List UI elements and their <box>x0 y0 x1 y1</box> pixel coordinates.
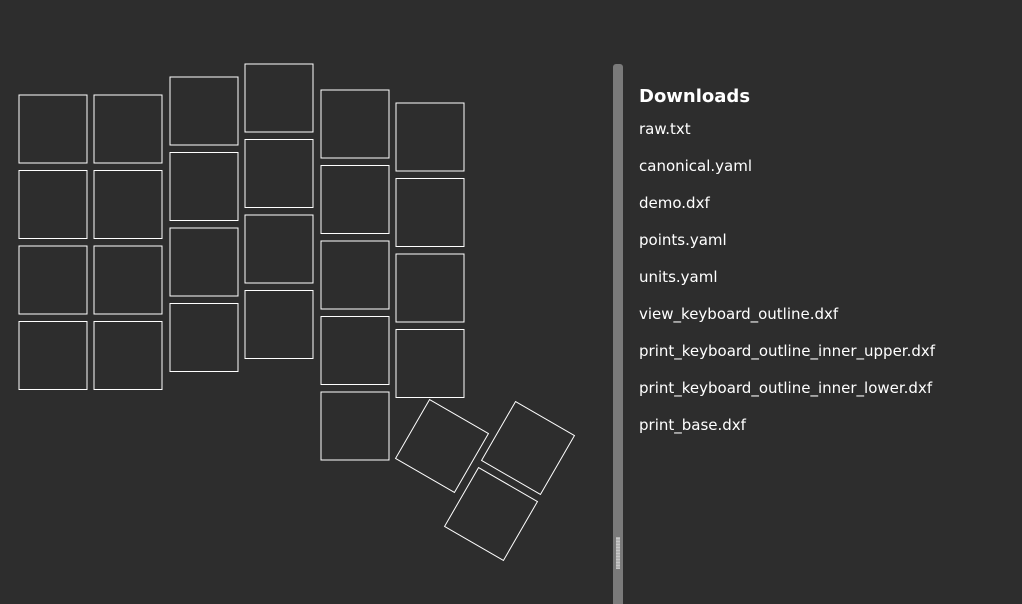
key-outline <box>320 316 390 385</box>
key-outline <box>320 89 390 159</box>
download-link-canonical-yaml[interactable]: canonical.yaml <box>639 157 1019 194</box>
download-link-label: raw.txt <box>639 120 691 138</box>
download-link-print-keyboard-outline-inner-upper-dxf[interactable]: print_keyboard_outline_inner_upper.dxf <box>639 342 1019 379</box>
key-outline <box>93 321 163 390</box>
downloads-panel: Downloads raw.txt canonical.yaml demo.dx… <box>639 82 1019 453</box>
key-outline <box>169 152 239 221</box>
download-link-label: print_keyboard_outline_inner_lower.dxf <box>639 379 933 397</box>
keyboard-preview-svg <box>18 63 576 562</box>
key-outline <box>93 94 163 164</box>
key-outline <box>169 303 239 372</box>
download-link-label: demo.dxf <box>639 194 710 212</box>
key-outline <box>244 290 314 359</box>
key-outline <box>395 178 465 247</box>
pane-splitter[interactable] <box>613 64 623 604</box>
key-outline <box>244 139 314 208</box>
downloads-list: raw.txt canonical.yaml demo.dxf points.y… <box>639 120 1019 453</box>
keyboard-preview-canvas <box>0 0 612 604</box>
key-outline <box>320 240 390 310</box>
key-outline <box>395 102 465 172</box>
key-outline <box>244 214 314 284</box>
download-link-label: units.yaml <box>639 268 718 286</box>
download-link-raw-txt[interactable]: raw.txt <box>639 120 1019 157</box>
download-link-label: points.yaml <box>639 231 727 249</box>
key-outline <box>93 170 163 239</box>
key-outline <box>18 170 88 239</box>
download-link-demo-dxf[interactable]: demo.dxf <box>639 194 1019 231</box>
key-outline <box>93 245 163 315</box>
key-outline <box>18 94 88 164</box>
key-outline <box>320 165 390 234</box>
key-outline <box>395 329 465 398</box>
download-link-print-keyboard-outline-inner-lower-dxf[interactable]: print_keyboard_outline_inner_lower.dxf <box>639 379 1019 416</box>
thumb-key-outline <box>480 400 576 496</box>
download-link-label: print_keyboard_outline_inner_upper.dxf <box>639 342 936 360</box>
key-outline <box>18 321 88 390</box>
downloads-title: Downloads <box>639 86 751 107</box>
key-outline <box>395 253 465 323</box>
download-link-label: print_base.dxf <box>639 416 746 434</box>
key-outline <box>169 76 239 146</box>
download-link-units-yaml[interactable]: units.yaml <box>639 268 1019 305</box>
splitter-grip-icon[interactable] <box>616 537 620 569</box>
download-link-label: canonical.yaml <box>639 157 753 175</box>
key-outline <box>169 227 239 297</box>
download-link-label: view_keyboard_outline.dxf <box>639 305 839 323</box>
thumb-key-outline <box>443 466 539 562</box>
download-link-view-keyboard-outline-dxf[interactable]: view_keyboard_outline.dxf <box>639 305 1019 342</box>
download-link-print-base-dxf[interactable]: print_base.dxf <box>639 416 1019 453</box>
key-outline <box>18 245 88 315</box>
key-outline <box>244 63 314 133</box>
download-link-points-yaml[interactable]: points.yaml <box>639 231 1019 268</box>
thumb-key-outline <box>394 398 490 494</box>
key-outline <box>320 391 390 461</box>
